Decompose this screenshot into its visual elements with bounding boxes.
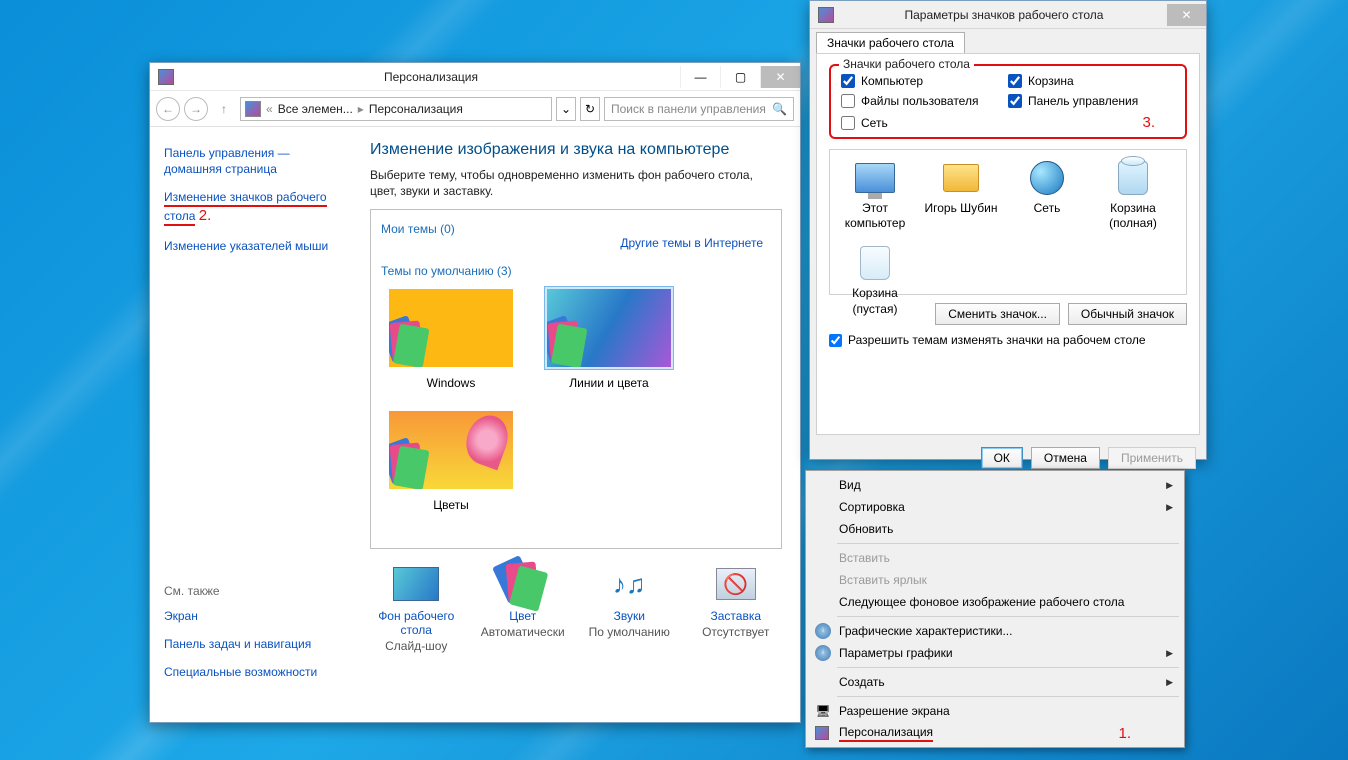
breadcrumb[interactable]: « Все элемен... ▸ Персонализация (240, 97, 552, 121)
ctx-graphics-options[interactable]: i Параметры графики (809, 642, 1181, 664)
personalize-icon (815, 726, 829, 740)
desktop-context-menu: Вид Сортировка Обновить Вставить Вставит… (805, 470, 1185, 748)
personalization-window: Персонализация — ▢ ✕ ← → ↑ « Все элемен.… (149, 62, 801, 723)
ctx-view[interactable]: Вид (809, 474, 1181, 496)
nav-toolbar: ← → ↑ « Все элемен... ▸ Персонализация ⌄… (150, 91, 800, 127)
ctx-personalize[interactable]: Персонализация 1. (809, 722, 1181, 744)
back-button[interactable]: ← (156, 97, 180, 121)
option-screensaver[interactable]: Заставка Отсутствует (690, 563, 783, 653)
maximize-button[interactable]: ▢ (720, 66, 760, 88)
window-title: Персонализация (182, 70, 680, 84)
check-user-files[interactable]: Файлы пользователя (841, 94, 1008, 108)
options-row: Фон рабочего стола Слайд-шоу Цвет Автома… (370, 563, 782, 653)
icon-this-pc[interactable]: Этот компьютер (838, 158, 912, 231)
intel-icon: i (815, 645, 831, 661)
allow-themes-check[interactable]: Разрешить темам изменять значки на рабоч… (829, 333, 1187, 347)
sidebar-display[interactable]: Экран (164, 608, 346, 624)
annotation-2: 2. (199, 207, 212, 224)
check-recycle-bin[interactable]: Корзина (1008, 74, 1175, 88)
dialog-title: Параметры значков рабочего стола (842, 8, 1166, 22)
ctx-next-background[interactable]: Следующее фоновое изображение рабочего с… (809, 591, 1181, 613)
themes-list[interactable]: Мои темы (0) Другие темы в Интернете Тем… (370, 209, 782, 549)
sidebar-change-desktop-icons[interactable]: Изменение значков рабочего стола 2. (164, 189, 346, 225)
sidebar-change-pointers[interactable]: Изменение указателей мыши (164, 238, 346, 254)
icons-preview[interactable]: Этот компьютер Игорь Шубин Сеть Корзина … (829, 149, 1187, 295)
ok-button[interactable]: ОК (981, 447, 1023, 469)
ctx-new[interactable]: Создать (809, 671, 1181, 693)
search-input[interactable]: Поиск в панели управления 🔍 (604, 97, 794, 121)
desktop-icons-dialog: Параметры значков рабочего стола ✕ Значк… (809, 0, 1207, 460)
cancel-button[interactable]: Отмена (1031, 447, 1100, 469)
desktop-icons-group: Значки рабочего стола Компьютер Корзина … (829, 64, 1187, 139)
refresh-button[interactable]: ↻ (580, 97, 600, 121)
my-themes-label: Мои темы (0) (381, 222, 771, 236)
annotation-3: 3. (1008, 114, 1175, 131)
breadcrumb-icon (245, 101, 261, 117)
main-panel: Изменение изображения и звука на компьют… (360, 127, 800, 722)
forward-button[interactable]: → (184, 97, 208, 121)
titlebar: Персонализация — ▢ ✕ (150, 63, 800, 91)
change-icon-button[interactable]: Сменить значок... (935, 303, 1060, 325)
search-icon: 🔍 (772, 102, 787, 116)
icon-recycle-empty[interactable]: Корзина (пустая) (838, 243, 912, 316)
monitor-icon: 🖥 (815, 703, 831, 719)
theme-lines-colors[interactable]: Линии и цвета (539, 286, 679, 390)
page-heading: Изменение изображения и звука на компьют… (370, 141, 782, 159)
ctx-paste-shortcut: Вставить ярлык (809, 569, 1181, 591)
close-button[interactable]: ✕ (760, 66, 800, 88)
annotation-1: 1. (1118, 725, 1131, 742)
page-subtext: Выберите тему, чтобы одновременно измени… (370, 167, 782, 199)
option-background[interactable]: Фон рабочего стола Слайд-шоу (370, 563, 463, 653)
up-button[interactable]: ↑ (212, 97, 236, 121)
theme-flowers[interactable]: Цветы (381, 408, 521, 512)
icon-user-folder[interactable]: Игорь Шубин (924, 158, 998, 231)
option-sounds[interactable]: ♪♫ Звуки По умолчанию (583, 563, 676, 653)
sidebar-taskbar[interactable]: Панель задач и навигация (164, 636, 346, 652)
check-computer[interactable]: Компьютер (841, 74, 1008, 88)
sidebar-home[interactable]: Панель управления — домашняя страница (164, 145, 346, 177)
tab-strip: Значки рабочего стола (810, 29, 1206, 53)
default-icon-button[interactable]: Обычный значок (1068, 303, 1187, 325)
apply-button: Применить (1108, 447, 1196, 469)
check-control-panel[interactable]: Панель управления (1008, 94, 1175, 108)
intel-icon: i (815, 623, 831, 639)
default-themes-label: Темы по умолчанию (3) (381, 264, 771, 278)
theme-windows[interactable]: Windows (381, 286, 521, 390)
app-icon (158, 69, 174, 85)
ctx-paste: Вставить (809, 547, 1181, 569)
see-also-header: См. также (164, 584, 346, 598)
tab-desktop-icons[interactable]: Значки рабочего стола (816, 32, 965, 53)
icon-recycle-full[interactable]: Корзина (полная) (1096, 158, 1170, 231)
dialog-icon (818, 7, 834, 23)
ctx-sort[interactable]: Сортировка (809, 496, 1181, 518)
sidebar: Панель управления — домашняя страница Из… (150, 127, 360, 722)
sidebar-ease-of-access[interactable]: Специальные возможности (164, 664, 346, 680)
ctx-screen-resolution[interactable]: 🖥 Разрешение экрана (809, 700, 1181, 722)
option-color[interactable]: Цвет Автоматически (477, 563, 570, 653)
minimize-button[interactable]: — (680, 66, 720, 88)
icon-network[interactable]: Сеть (1010, 158, 1084, 231)
online-themes-link[interactable]: Другие темы в Интернете (620, 236, 763, 250)
ctx-graphics-properties[interactable]: i Графические характеристики... (809, 620, 1181, 642)
check-network[interactable]: Сеть (841, 114, 1008, 131)
breadcrumb-history[interactable]: ⌄ (556, 97, 576, 121)
ctx-refresh[interactable]: Обновить (809, 518, 1181, 540)
dialog-close-button[interactable]: ✕ (1166, 4, 1206, 26)
